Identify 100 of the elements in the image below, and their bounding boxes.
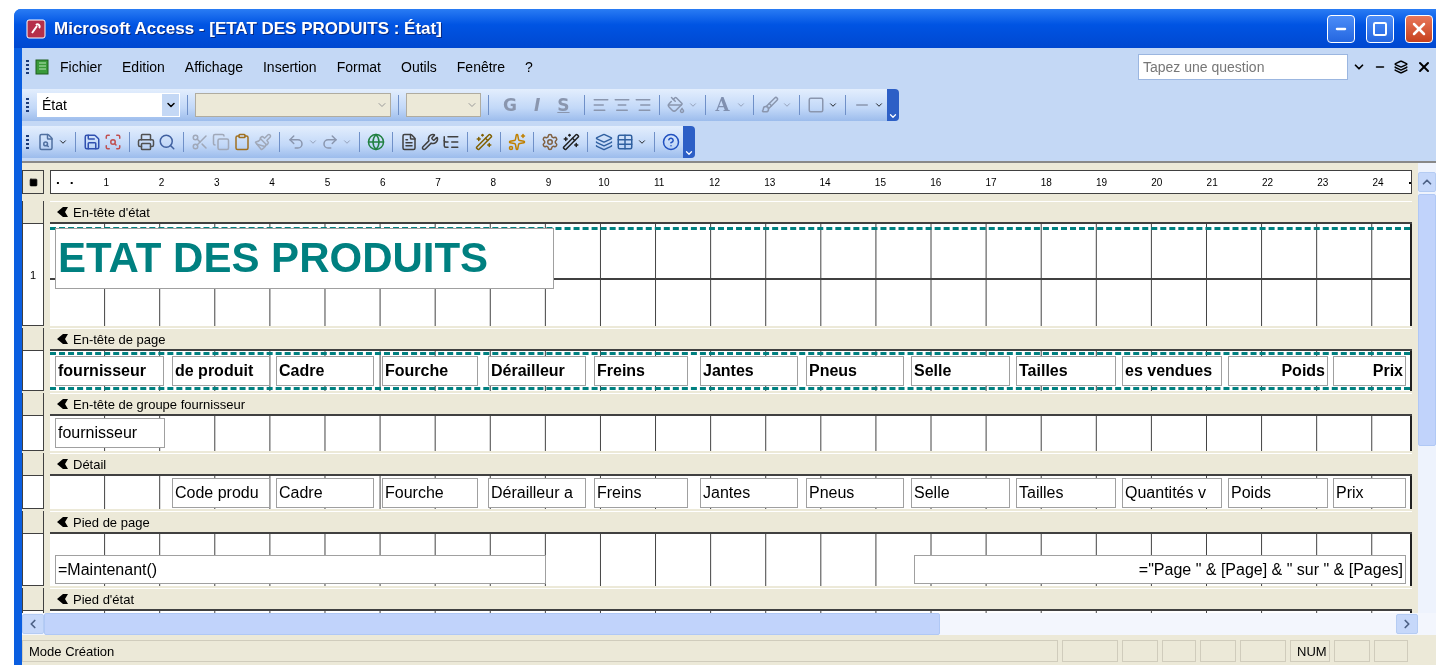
column-label[interactable]: Prix	[1333, 356, 1406, 386]
text-box-control[interactable]: Quantités v	[1122, 478, 1222, 508]
redo-icon[interactable]	[321, 133, 339, 151]
ruler-number: 1	[29, 268, 37, 281]
select-report-button[interactable]	[22, 170, 44, 194]
text-box-control[interactable]: Poids	[1228, 478, 1328, 508]
vertical-scrollbar[interactable]	[1418, 163, 1436, 613]
column-label[interactable]: Pneus	[806, 356, 904, 386]
column-label[interactable]: Fourche	[382, 356, 478, 386]
menu-item[interactable]: Insertion	[252, 55, 327, 79]
scroll-thumb[interactable]	[1418, 194, 1436, 446]
status-panel	[1374, 640, 1408, 662]
text-box-control[interactable]: ="Page " & [Page] & " sur " & [Pages]	[914, 555, 1406, 584]
tools-icon[interactable]	[421, 133, 439, 151]
section-bar[interactable]: Détail	[50, 453, 1412, 476]
menu-item[interactable]: Outils	[391, 55, 447, 79]
section-selector[interactable]	[22, 201, 44, 224]
printer-icon[interactable]	[137, 133, 155, 151]
clipboard-icon[interactable]	[233, 133, 251, 151]
help-search-field[interactable]: Tapez une question	[1138, 54, 1348, 80]
column-label[interactable]: de produit	[172, 356, 270, 386]
toolbar-options-button[interactable]	[683, 126, 695, 158]
scroll-thumb[interactable]	[44, 613, 940, 635]
menu-item[interactable]: ?	[515, 55, 543, 79]
text-box-control[interactable]: Prix	[1333, 478, 1406, 508]
column-label[interactable]: Selle	[911, 356, 1010, 386]
section-selector[interactable]	[22, 588, 44, 611]
paint-bucket-icon[interactable]	[666, 95, 685, 114]
window-title: Microsoft Access - [ETAT DES PRODUITS : État]	[54, 18, 443, 39]
search-icon[interactable]	[104, 133, 122, 151]
scroll-up-button[interactable]	[1418, 172, 1436, 192]
section-marker-icon	[56, 458, 69, 470]
section-marker-icon	[56, 593, 69, 605]
text-box-control[interactable]: fournisseur	[55, 418, 165, 448]
save-icon[interactable]	[83, 133, 101, 151]
menu-item[interactable]: Fenêtre	[446, 55, 516, 79]
text-box-control[interactable]: Tailles	[1016, 478, 1116, 508]
text-box-control[interactable]: Fourche	[382, 478, 478, 508]
grip-icon	[26, 135, 29, 149]
report-title[interactable]: ETAT DES PRODUITS	[55, 228, 554, 289]
vertical-ruler	[22, 351, 44, 391]
wand-icon[interactable]	[562, 133, 580, 151]
maximize-button[interactable]	[1366, 14, 1394, 43]
object-combo[interactable]: État	[37, 92, 180, 117]
menu-item[interactable]: Edition	[112, 55, 175, 79]
section-selector[interactable]	[22, 328, 44, 351]
section-title: Pied de page	[73, 514, 150, 530]
brush-icon[interactable]	[760, 95, 779, 114]
menu-item[interactable]: Affichage	[174, 55, 253, 79]
undo-icon[interactable]	[287, 133, 305, 151]
text-box-control[interactable]: Pneus	[806, 478, 904, 508]
caret-icon[interactable]	[637, 137, 647, 147]
column-label[interactable]: Poids	[1228, 356, 1328, 386]
vertical-ruler	[22, 416, 44, 451]
status-panel	[1162, 640, 1196, 662]
caret-icon[interactable]	[58, 137, 68, 147]
status-panel	[1062, 640, 1118, 662]
column-label[interactable]: Tailles	[1016, 356, 1116, 386]
globe-icon[interactable]	[367, 133, 385, 151]
text-box-control[interactable]: Selle	[911, 478, 1010, 508]
section-bar[interactable]: Pied de page	[50, 511, 1412, 534]
column-label[interactable]: fournisseur	[55, 356, 164, 386]
section-bar[interactable]: En-tête de groupe fournisseur	[50, 393, 1412, 416]
text-box-control[interactable]: Jantes	[700, 478, 798, 508]
section-selector[interactable]	[22, 393, 44, 416]
text-box-control[interactable]: Freins	[594, 478, 688, 508]
scroll-right-button[interactable]	[1396, 614, 1418, 634]
text-box-control[interactable]: Dérailleur a	[488, 478, 586, 508]
horizontal-scrollbar[interactable]	[22, 613, 1436, 635]
text-box-control[interactable]: Cadre	[276, 478, 374, 508]
column-label[interactable]: Cadre	[276, 356, 374, 386]
toolbar-options-button[interactable]	[886, 88, 899, 121]
view-icon[interactable]	[37, 133, 55, 151]
sparkles-icon[interactable]	[508, 133, 526, 151]
section-title: En-tête de page	[73, 331, 166, 347]
section-marker-icon	[56, 206, 69, 218]
properties-icon[interactable]	[541, 133, 559, 151]
search-icon[interactable]	[158, 133, 176, 151]
section-bar[interactable]: En-tête d'état	[50, 201, 1412, 224]
section-bar[interactable]: En-tête de page	[50, 328, 1412, 351]
help-icon[interactable]	[662, 133, 680, 151]
minimize-button[interactable]	[1327, 14, 1355, 43]
list-icon[interactable]	[442, 133, 460, 151]
section-selector[interactable]	[22, 453, 44, 476]
menu-item[interactable]: Fichier	[50, 55, 112, 79]
restore-icon	[1394, 60, 1408, 74]
vertical-ruler	[22, 534, 44, 586]
column-label[interactable]: Freins	[594, 356, 688, 386]
column-label[interactable]: Jantes	[700, 356, 798, 386]
section-bar[interactable]: Pied d'état	[50, 588, 1412, 611]
section-title: Pied d'état	[73, 591, 135, 607]
document-icon[interactable]	[400, 133, 418, 151]
table-icon[interactable]	[616, 133, 634, 151]
menu-item[interactable]: Format	[326, 55, 391, 79]
text-box-control[interactable]: =Maintenant()	[55, 555, 546, 584]
column-label[interactable]: es vendues	[1122, 356, 1222, 386]
section-selector[interactable]	[22, 511, 44, 534]
windows-icon[interactable]	[595, 133, 613, 151]
text-box-control[interactable]: Code produ	[172, 478, 270, 508]
column-label[interactable]: Dérailleur	[488, 356, 586, 386]
